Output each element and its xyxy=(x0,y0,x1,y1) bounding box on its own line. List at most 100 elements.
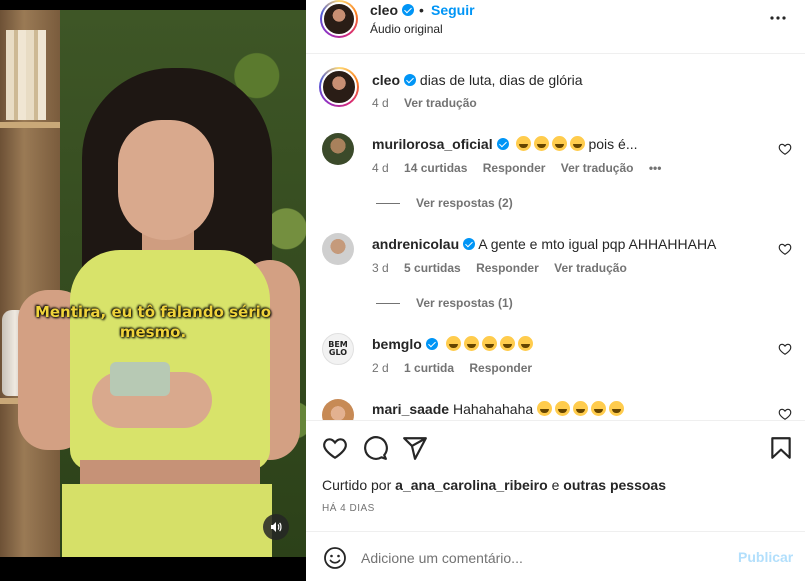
laughing-emoji-icon xyxy=(463,336,479,351)
comment: andrenicolau A gente e mto igual pqp AHH… xyxy=(372,236,716,252)
comment-likes[interactable]: 1 curtida xyxy=(404,361,454,375)
laughing-emoji-icon xyxy=(570,136,586,151)
author-avatar[interactable] xyxy=(320,0,358,38)
liked-by-user-link[interactable]: a_ana_carolina_ribeiro xyxy=(395,477,548,493)
caption: cleo dias de luta, dias de glória xyxy=(372,72,583,88)
reply-button[interactable]: Responder xyxy=(469,361,532,375)
commenter-avatar[interactable] xyxy=(322,233,354,265)
liked-by-others-link[interactable]: outras pessoas xyxy=(563,477,666,493)
person-face xyxy=(118,120,214,240)
caption-time[interactable]: 4 d xyxy=(372,96,389,110)
comment-input[interactable] xyxy=(361,546,721,570)
reply-button[interactable]: Responder xyxy=(483,161,546,175)
comment-time[interactable]: 3 d xyxy=(372,261,389,275)
post-date[interactable]: HÁ 4 DIAS xyxy=(322,503,375,514)
view-replies-button[interactable]: Ver respostas (2) xyxy=(376,196,513,210)
laughing-emoji-icon xyxy=(555,401,571,416)
heart-icon[interactable] xyxy=(778,407,792,420)
liked-by-conjunction: e xyxy=(551,477,560,493)
verified-badge-icon xyxy=(496,138,509,150)
commenter-avatar[interactable] xyxy=(322,399,354,420)
translate-link[interactable]: Ver tradução xyxy=(561,161,634,175)
post-header: cleo • Seguir Áudio original xyxy=(306,0,805,54)
comment-text: pois é... xyxy=(588,136,638,152)
comment-likes[interactable]: 5 curtidas xyxy=(404,261,461,275)
verified-badge-icon xyxy=(463,238,476,250)
video-subtitle: Mentira, eu tô falando sério mesmo. xyxy=(34,303,272,341)
translate-link[interactable]: Ver tradução xyxy=(554,261,627,275)
comment-likes[interactable]: 14 curtidas xyxy=(404,161,467,175)
comment-meta: 2 d 1 curtida Responder xyxy=(372,361,544,375)
comment-meta: 4 d 14 curtidas Responder Ver tradução •… xyxy=(372,161,673,175)
caption-text: dias de luta, dias de glória xyxy=(419,72,583,88)
audio-toggle-button[interactable] xyxy=(263,514,289,540)
comments-list[interactable]: cleo dias de luta, dias de glória 4 d Ve… xyxy=(306,55,805,420)
phone-in-hands xyxy=(110,362,170,396)
comment-time[interactable]: 2 d xyxy=(372,361,389,375)
like-heart-icon[interactable] xyxy=(322,435,348,461)
caption-username[interactable]: cleo xyxy=(372,72,400,88)
emoji-picker-icon[interactable] xyxy=(323,546,347,570)
follow-button[interactable]: Seguir xyxy=(431,2,475,18)
comment-username[interactable]: bemglo xyxy=(372,336,422,352)
add-comment-bar: Publicar xyxy=(306,531,805,581)
person-pants xyxy=(62,484,272,557)
laughing-emoji-icon xyxy=(516,136,532,151)
laughing-emoji-icon xyxy=(534,136,550,151)
laughing-emoji-icon xyxy=(591,401,607,416)
verified-badge-icon xyxy=(404,74,417,86)
verified-badge-icon xyxy=(402,4,415,16)
heart-icon[interactable] xyxy=(778,142,792,156)
comment-emojis xyxy=(445,336,536,352)
person-top xyxy=(70,250,270,470)
heart-icon[interactable] xyxy=(778,342,792,356)
heart-icon[interactable] xyxy=(778,242,792,256)
verified-badge-icon xyxy=(425,338,438,350)
comment-username[interactable]: murilorosa_oficial xyxy=(372,136,493,152)
person-waist xyxy=(80,460,260,486)
caption-translate-link[interactable]: Ver tradução xyxy=(404,96,477,110)
comment: mari_saade Hahahahaha xyxy=(372,401,627,417)
comment-more-button[interactable]: ••• xyxy=(649,161,662,175)
author-username[interactable]: cleo xyxy=(370,2,415,18)
author-username-text[interactable]: cleo xyxy=(370,2,398,18)
reply-button[interactable]: Responder xyxy=(476,261,539,275)
more-horizontal-icon[interactable] xyxy=(768,8,788,28)
laughing-emoji-icon xyxy=(552,136,568,151)
shelf-board xyxy=(0,122,60,128)
caption-meta: 4 d Ver tradução xyxy=(372,96,489,110)
comment-emojis xyxy=(516,136,588,152)
comment-emojis xyxy=(537,401,627,417)
liked-by-prefix: Curtido por xyxy=(322,477,392,493)
save-bookmark-icon[interactable] xyxy=(768,435,794,461)
post-details-panel: cleo • Seguir Áudio original cleo dias d… xyxy=(306,0,805,581)
laughing-emoji-icon xyxy=(517,336,533,351)
commenter-avatar[interactable] xyxy=(322,133,354,165)
comment: murilorosa_oficial pois é... xyxy=(372,136,638,152)
audio-label[interactable]: Áudio original xyxy=(370,22,443,36)
laughing-emoji-icon xyxy=(481,336,497,351)
publish-button[interactable]: Publicar xyxy=(738,549,793,565)
caption-author-avatar[interactable] xyxy=(319,67,359,107)
grinning-emoji-icon xyxy=(445,336,461,351)
comment-meta: 3 d 5 curtidas Responder Ver tradução xyxy=(372,261,639,275)
reel-video-player[interactable]: Mentira, eu tô falando sério mesmo. xyxy=(0,0,306,581)
background-shelf xyxy=(0,10,60,557)
laughing-emoji-icon xyxy=(573,401,589,416)
comment-time[interactable]: 4 d xyxy=(372,161,389,175)
comment-username[interactable]: andrenicolau xyxy=(372,236,459,252)
comment-text: A gente e mto igual pqp AHHAHHAHA xyxy=(478,236,717,252)
speaker-icon xyxy=(271,522,282,532)
commenter-avatar[interactable]: BEM GLO xyxy=(322,333,354,365)
view-replies-button[interactable]: Ver respostas (1) xyxy=(376,296,513,310)
comment-username[interactable]: mari_saade xyxy=(372,401,449,417)
comment-bubble-icon[interactable] xyxy=(362,435,388,461)
comment: bemglo xyxy=(372,336,536,352)
video-frame[interactable]: Mentira, eu tô falando sério mesmo. xyxy=(0,10,306,557)
comment-text: Hahahahaha xyxy=(452,401,534,417)
share-send-icon[interactable] xyxy=(402,435,428,461)
avatar-logo-text: BEM GLO xyxy=(328,340,348,357)
header-separator: • xyxy=(419,2,424,18)
background-books xyxy=(6,30,46,120)
laughing-emoji-icon xyxy=(537,401,553,416)
